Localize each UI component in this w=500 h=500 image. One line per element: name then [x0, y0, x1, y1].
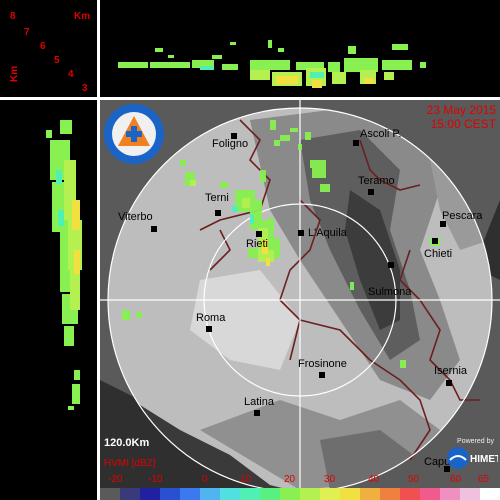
colorbar-swatch — [240, 488, 260, 500]
km-tick-6: 6 — [40, 41, 46, 52]
city-label-frosinone: Frosinone — [298, 358, 347, 370]
brand-text: HIMET — [470, 454, 498, 465]
city-label-roma: Roma — [196, 312, 226, 324]
left-echo-profile — [46, 120, 82, 410]
colorbar-swatch — [160, 488, 180, 500]
colorbar-swatch — [440, 488, 460, 500]
city-marker — [432, 238, 438, 244]
colorbar-swatch — [280, 488, 300, 500]
city-label-foligno: Foligno — [212, 138, 249, 150]
city-label-laquila: L'Aquila — [308, 227, 347, 239]
colorbar-swatch — [100, 488, 120, 500]
colorbar-swatch — [220, 488, 240, 500]
colorbar-tick-label: 0 — [202, 474, 208, 485]
colorbar-tick-label: 30 — [324, 474, 336, 485]
colorbar-tick-label: -10 — [148, 474, 163, 485]
colorbar-swatch — [340, 488, 360, 500]
km-tick-5: 5 — [54, 55, 60, 66]
km-tick-7: 7 — [24, 27, 30, 38]
km-scale-panel: 8 7 6 5 4 3 Km Km — [0, 0, 97, 97]
km-unit-side: Km — [9, 65, 20, 82]
city-label-terni: Terni — [205, 192, 229, 204]
city-marker — [215, 210, 221, 216]
city-marker — [368, 189, 374, 195]
colorbar-labels: -20 -10 0 10 20 30 40 50 60 65 — [100, 474, 500, 488]
colorbar-swatch — [180, 488, 200, 500]
colorbar-tick-label: 20 — [284, 474, 296, 485]
radar-viewer: 8 7 6 5 4 3 Km Km Foligno Ascoli P. Tera… — [0, 0, 500, 500]
km-tick-3: 3 — [82, 83, 88, 94]
city-marker — [151, 226, 157, 232]
city-label-chieti: Chieti — [424, 248, 453, 260]
city-marker — [388, 262, 394, 268]
city-marker — [353, 140, 359, 146]
colorbar-tick-label: 60 — [450, 474, 462, 485]
colorbar-tick-label: -20 — [108, 474, 123, 485]
colorbar-swatch — [300, 488, 320, 500]
colorbar-swatch — [140, 488, 160, 500]
east-west-cross-section — [0, 100, 97, 500]
city-label-latina: Latina — [244, 396, 274, 408]
colorbar-swatch — [320, 488, 340, 500]
colorbar-swatch — [260, 488, 280, 500]
colorbar-swatch — [120, 488, 140, 500]
colorbar-tick-label: 40 — [368, 474, 380, 485]
colorbar-swatch — [360, 488, 380, 500]
colorbar-tick-label: 10 — [240, 474, 252, 485]
city-marker — [256, 231, 262, 237]
city-label-sulmona: Sulmona — [368, 286, 412, 298]
colorbar-swatch — [400, 488, 420, 500]
colorbar-swatch — [200, 488, 220, 500]
city-label-ascoli: Ascoli P. — [360, 128, 402, 140]
himet-logo: HIMET — [446, 446, 500, 470]
city-marker — [298, 230, 304, 236]
city-marker — [446, 380, 452, 386]
time-label: 15:00 CEST — [430, 117, 496, 131]
range-label: 120.0Km — [104, 437, 150, 449]
city-label-teramo: Teramo — [358, 175, 395, 187]
reflectivity-colorbar — [100, 488, 500, 500]
radar-map: Foligno Ascoli P. Teramo Terni Viterbo P… — [100, 100, 500, 500]
colorbar-swatch — [420, 488, 440, 500]
terrain-map — [100, 100, 500, 500]
date-label: 23 May 2015 — [426, 103, 496, 117]
top-echo-profile — [118, 40, 426, 88]
city-marker — [319, 372, 325, 378]
city-label-isernia: Isernia — [434, 365, 468, 377]
colorbar-tick-label: 65 — [478, 474, 490, 485]
powered-by-label: Powered by — [457, 438, 494, 445]
civil-protection-logo — [104, 104, 164, 164]
colorbar-swatch — [480, 488, 500, 500]
city-label-viterbo: Viterbo — [118, 211, 153, 223]
km-unit-top: Km — [74, 11, 91, 22]
city-marker — [254, 410, 260, 416]
km-tick-8: 8 — [10, 11, 16, 22]
city-label-pescara: Pescara — [442, 210, 483, 222]
product-label: HVMI [dBZ] — [104, 458, 156, 469]
timestamp: 23 May 2015 15:00 CEST — [427, 103, 496, 131]
colorbar-swatch — [380, 488, 400, 500]
city-label-rieti: Rieti — [246, 238, 269, 250]
km-tick-4: 4 — [68, 69, 74, 80]
north-south-cross-section — [100, 0, 500, 97]
colorbar-swatch — [460, 488, 480, 500]
colorbar-tick-label: 50 — [408, 474, 420, 485]
city-marker — [206, 326, 212, 332]
